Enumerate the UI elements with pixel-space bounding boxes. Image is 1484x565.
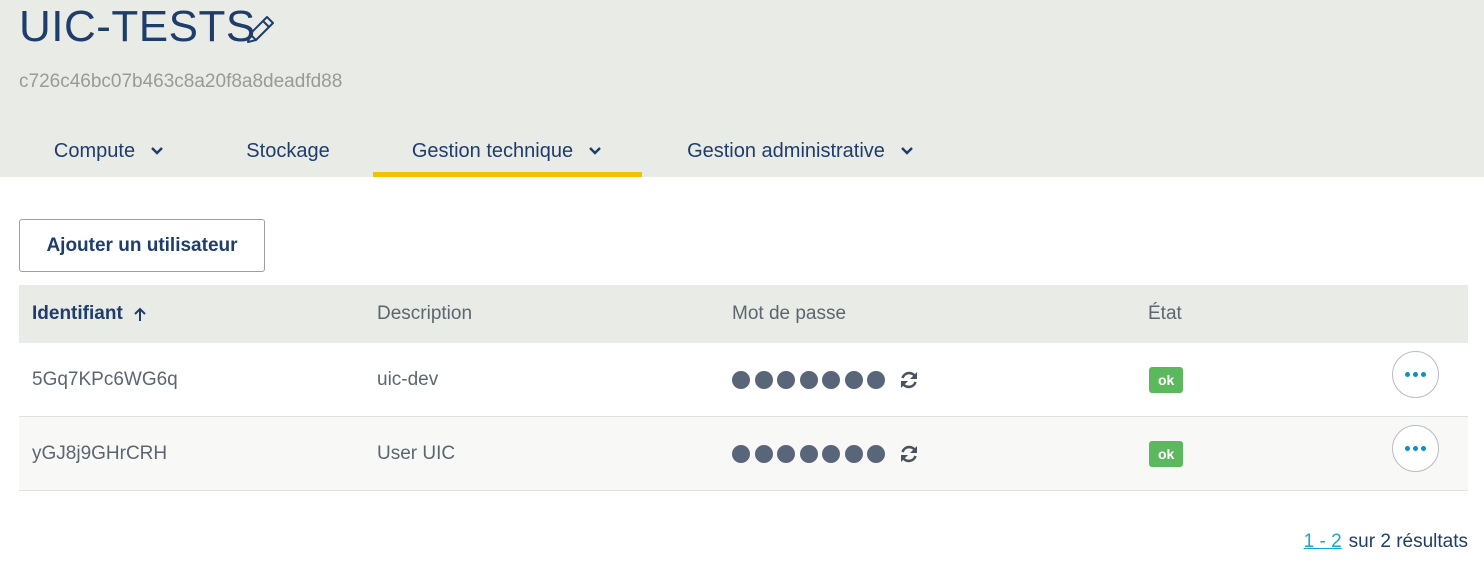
- results-summary: sur 2 résultats: [1348, 531, 1468, 552]
- more-dots-icon: [1405, 372, 1410, 377]
- status-badge: ok: [1149, 441, 1184, 467]
- status-cell: ok: [1149, 343, 1184, 417]
- tab-label: Compute: [53, 139, 136, 162]
- users-table: Identifiant Description Mot de passe Éta…: [19, 285, 1468, 491]
- column-label: Identifiant: [32, 303, 123, 324]
- pencil-icon[interactable]: [240, 10, 280, 50]
- project-id: c726c46bc07b463c8a20f8a8deadfd88: [19, 71, 343, 92]
- table-header: Identifiant Description Mot de passe Éta…: [19, 285, 1468, 343]
- user-identifier: 5Gq7KPc6WG6q: [32, 369, 178, 390]
- arrow-up-icon: [134, 307, 146, 321]
- status-badge: ok: [1149, 367, 1184, 393]
- password-mask: [732, 417, 920, 491]
- user-description: User UIC: [377, 443, 456, 464]
- tab-gestion-administrative[interactable]: Gestion administrative: [670, 125, 932, 177]
- row-actions-button[interactable]: [1392, 425, 1439, 472]
- password-mask: [732, 343, 920, 417]
- column-header-mot-de-passe: Mot de passe: [732, 303, 847, 324]
- table-row: 5Gq7KPc6WG6q uic-dev ok: [19, 343, 1468, 417]
- refresh-icon[interactable]: [898, 369, 920, 391]
- project-title: UIC-TESTS: [19, 2, 256, 51]
- chevron-down-icon: [589, 147, 601, 155]
- pagination: 1 - 2 sur 2 résultats: [1304, 531, 1468, 553]
- refresh-icon[interactable]: [898, 443, 920, 465]
- column-header-identifiant[interactable]: Identifiant: [32, 285, 147, 343]
- status-cell: ok: [1149, 417, 1184, 491]
- project-header: UIC-TESTS c726c46bc07b463c8a20f8a8deadfd…: [0, 0, 1484, 177]
- column-header-description: Description: [377, 303, 473, 324]
- tab-gestion-technique[interactable]: Gestion technique: [373, 125, 642, 177]
- tab-compute[interactable]: Compute: [33, 125, 186, 177]
- chevron-down-icon: [901, 147, 913, 155]
- user-description: uic-dev: [377, 369, 439, 390]
- tab-label: Stockage: [246, 139, 330, 162]
- tab-stockage[interactable]: Stockage: [228, 125, 348, 177]
- tab-label: Gestion technique: [411, 139, 574, 162]
- user-identifier: yGJ8j9GHrCRH: [32, 443, 168, 464]
- table-row: yGJ8j9GHrCRH User UIC ok: [19, 417, 1468, 491]
- chevron-down-icon: [151, 147, 163, 155]
- row-actions-button[interactable]: [1392, 351, 1439, 398]
- add-user-button[interactable]: Ajouter un utilisateur: [19, 219, 265, 272]
- page-range-link[interactable]: 1 - 2: [1304, 531, 1342, 553]
- password-dots: [732, 371, 890, 389]
- tab-label: Gestion administrative: [687, 139, 885, 162]
- more-dots-icon: [1405, 446, 1410, 451]
- column-header-etat: État: [1148, 303, 1182, 324]
- password-dots: [732, 445, 890, 463]
